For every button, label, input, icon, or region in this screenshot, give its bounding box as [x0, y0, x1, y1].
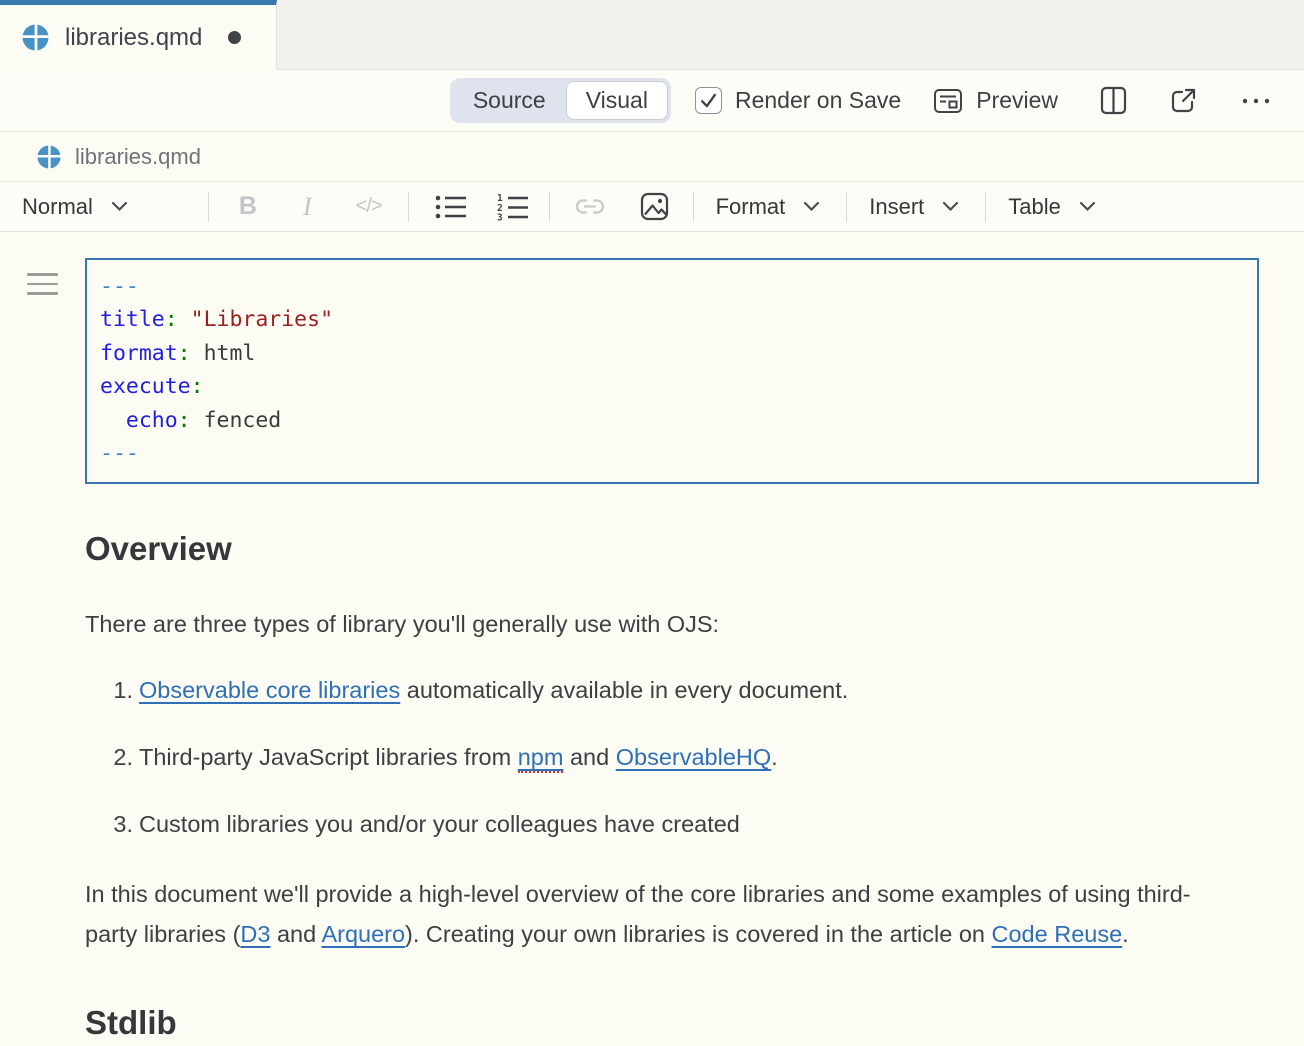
insert-link-button[interactable] — [576, 198, 604, 215]
source-visual-toggle: Source Visual — [450, 78, 671, 123]
paragraph-style-dropdown[interactable]: Normal — [22, 194, 128, 220]
text-run: Custom libraries you and/or your colleag… — [139, 811, 740, 837]
bullet-list-icon — [435, 194, 467, 220]
numbered-list: 1.Observable core libraries automaticall… — [85, 670, 1258, 844]
list-item-number: 3. — [102, 804, 133, 844]
bullet-list-button[interactable] — [435, 194, 467, 220]
editor-toolbar: Source Visual Render on Save Preview — [0, 70, 1304, 132]
render-on-save-checkbox[interactable] — [695, 87, 722, 114]
quarto-file-icon — [37, 145, 61, 169]
inline-code-button[interactable]: </> — [356, 195, 382, 218]
yaml-line: echo: fenced — [100, 404, 1245, 437]
render-on-save-group: Render on Save — [695, 87, 901, 114]
text-run: and — [563, 744, 615, 770]
doc-link[interactable]: Code Reuse — [992, 921, 1123, 947]
list-item-text: Custom libraries you and/or your colleag… — [139, 804, 740, 844]
toolbar-divider — [208, 192, 209, 222]
toolbar-divider — [693, 192, 694, 222]
toolbar-divider — [549, 192, 550, 222]
table-menu[interactable]: Table — [1008, 194, 1096, 220]
section-heading-stdlib: Stdlib — [85, 1004, 1258, 1042]
doc-link[interactable]: D3 — [240, 921, 270, 947]
tab-bar: libraries.qmd — [0, 0, 1304, 70]
section-heading-overview: Overview — [85, 530, 1258, 568]
source-mode-button[interactable]: Source — [453, 81, 566, 120]
tab-title: libraries.qmd — [65, 24, 202, 52]
image-icon — [640, 192, 669, 221]
render-on-save-label: Render on Save — [735, 87, 901, 114]
yaml-line: --- — [100, 270, 1245, 303]
paragraph-style-value: Normal — [22, 194, 93, 220]
breadcrumb: libraries.qmd — [0, 132, 1304, 182]
insert-menu[interactable]: Insert — [869, 194, 959, 220]
italic-button[interactable]: I — [299, 192, 316, 222]
preview-button[interactable]: Preview — [933, 87, 1058, 115]
list-item-text: Observable core libraries automatically … — [139, 670, 848, 710]
more-options-button[interactable] — [1240, 96, 1272, 106]
toolbar-divider — [408, 192, 409, 222]
block-drag-handle[interactable] — [27, 273, 58, 302]
chevron-down-icon — [803, 201, 820, 212]
yaml-line: execute: — [100, 370, 1245, 403]
preview-panel-icon — [933, 87, 963, 115]
chevron-down-icon — [111, 201, 128, 212]
text-run: automatically available in every documen… — [400, 677, 848, 703]
doc-link[interactable]: ObservableHQ — [616, 744, 771, 770]
toolbar-divider — [846, 192, 847, 222]
intro-paragraph: There are three types of library you'll … — [85, 604, 1225, 644]
text-run: ). Creating your own libraries is covere… — [405, 921, 991, 947]
visual-mode-button[interactable]: Visual — [566, 81, 668, 120]
list-item: 1.Observable core libraries automaticall… — [85, 670, 1258, 710]
numbered-list-button[interactable]: 123 — [497, 193, 529, 221]
table-menu-label: Table — [1008, 194, 1061, 220]
link-icon — [576, 198, 604, 215]
bold-button[interactable]: B — [239, 192, 257, 221]
tab-strip-empty-area — [277, 0, 1304, 69]
yaml-line: format: html — [100, 337, 1245, 370]
document-canvas: ---title: "Libraries"format: htmlexecute… — [0, 232, 1304, 1042]
chevron-down-icon — [1079, 201, 1096, 212]
doc-link[interactable]: Arquero — [321, 921, 405, 947]
insert-menu-label: Insert — [869, 194, 924, 220]
chevron-down-icon — [942, 201, 959, 212]
body-paragraph: In this document we'll provide a high-le… — [85, 874, 1225, 954]
list-item-number: 2. — [102, 737, 133, 777]
open-in-new-window-button[interactable] — [1169, 86, 1198, 115]
tab-libraries-qmd[interactable]: libraries.qmd — [0, 0, 277, 70]
list-item: 3.Custom libraries you and/or your colle… — [85, 804, 1258, 844]
toolbar-divider — [985, 192, 986, 222]
breadcrumb-filename[interactable]: libraries.qmd — [75, 144, 201, 170]
yaml-line: --- — [100, 437, 1245, 470]
doc-link[interactable]: Observable core libraries — [139, 677, 400, 703]
yaml-front-matter-block[interactable]: ---title: "Libraries"format: htmlexecute… — [85, 258, 1259, 484]
unsaved-changes-dot — [228, 31, 241, 44]
yaml-line: title: "Libraries" — [100, 303, 1245, 336]
quarto-logo-icon — [22, 24, 49, 51]
list-item-number: 1. — [102, 670, 133, 710]
preview-label: Preview — [976, 87, 1058, 114]
split-pane-button[interactable] — [1100, 86, 1127, 115]
list-item: 2.Third-party JavaScript libraries from … — [85, 737, 1258, 777]
text-run: and — [270, 921, 321, 947]
text-run: . — [771, 744, 778, 770]
insert-image-button[interactable] — [640, 192, 669, 221]
format-menu-label: Format — [716, 194, 786, 220]
list-item-text: Third-party JavaScript libraries from np… — [139, 737, 778, 777]
format-toolbar: Normal B I </> 123 — [0, 182, 1304, 232]
doc-link[interactable]: npm — [518, 744, 564, 773]
svg-text:3: 3 — [497, 212, 503, 221]
numbered-list-icon: 123 — [497, 193, 529, 221]
format-menu[interactable]: Format — [716, 194, 821, 220]
text-run: Third-party JavaScript libraries from — [139, 744, 518, 770]
text-run: . — [1122, 921, 1129, 947]
